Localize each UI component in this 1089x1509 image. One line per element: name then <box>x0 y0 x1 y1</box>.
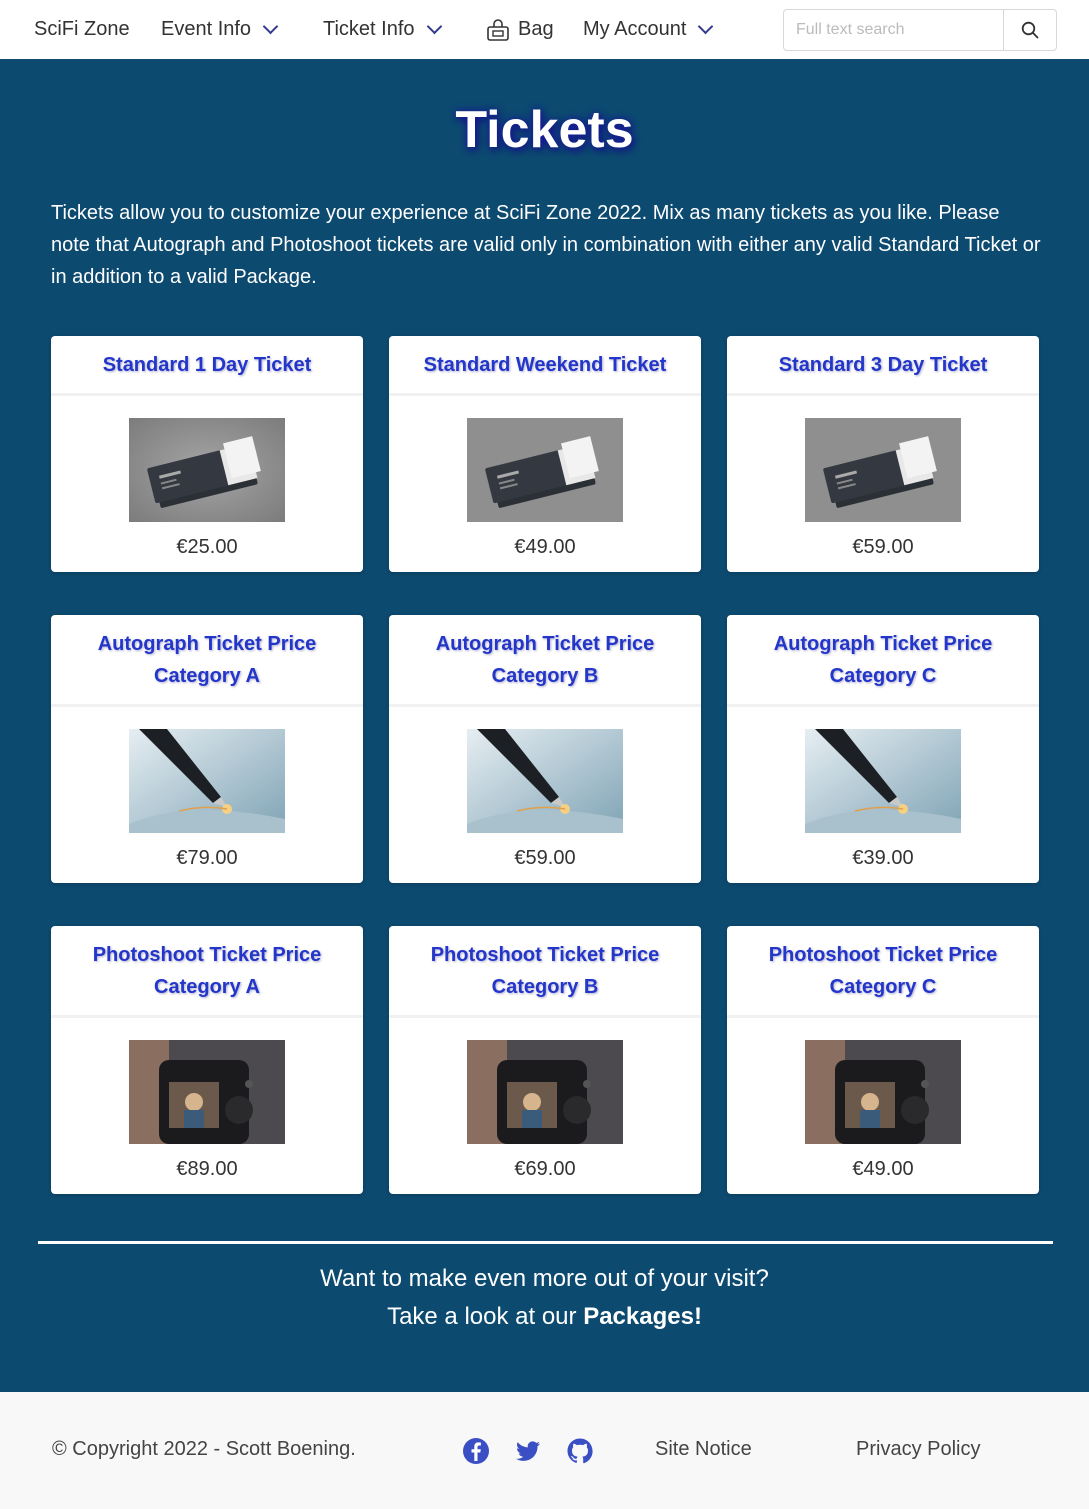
search-icon <box>1021 21 1039 39</box>
chevron-down-icon <box>262 18 279 35</box>
cta-prefix: Take a look at our <box>387 1303 584 1330</box>
ticket-price: €49.00 <box>852 1158 914 1180</box>
chevron-down-icon <box>698 18 714 35</box>
ticket-price: €79.00 <box>176 847 238 869</box>
facebook-icon[interactable] <box>462 1437 490 1465</box>
page-title: Tickets <box>455 101 634 159</box>
event-info-menu[interactable]: Event Info <box>161 0 279 59</box>
ticket-card[interactable]: Standard 3 Day Ticket €59.00 <box>727 336 1039 572</box>
ticket-price: €39.00 <box>852 847 914 869</box>
github-icon[interactable] <box>566 1437 594 1465</box>
ticket-title[interactable]: Standard Weekend Ticket <box>424 349 667 381</box>
pen-image <box>129 729 285 833</box>
camera-image <box>805 1040 961 1144</box>
ticket-price: €49.00 <box>514 536 576 558</box>
search-box <box>783 9 1057 51</box>
cta-line-1: Want to make even more out of your visit… <box>320 1265 769 1292</box>
ticket-title[interactable]: Autograph Ticket Price Category B <box>409 628 681 692</box>
cta-line-2: Take a look at our Packages! <box>0 1298 1089 1336</box>
search-input[interactable] <box>784 10 1003 50</box>
ticket-title[interactable]: Photoshoot Ticket Price Category A <box>71 939 343 1003</box>
bag-icon <box>487 18 509 41</box>
ticket-image <box>129 418 285 522</box>
ticket-card[interactable]: Photoshoot Ticket Price Category B €69.0… <box>389 926 701 1194</box>
site-notice-link[interactable]: Site Notice <box>655 1438 752 1461</box>
bag-label: Bag <box>518 18 554 40</box>
privacy-policy-link[interactable]: Privacy Policy <box>856 1438 980 1461</box>
camera-image <box>467 1040 623 1144</box>
camera-image <box>129 1040 285 1144</box>
my-account-menu[interactable]: My Account <box>583 0 714 59</box>
search-button[interactable] <box>1003 10 1056 50</box>
ticket-title[interactable]: Standard 1 Day Ticket <box>103 349 312 381</box>
section-divider <box>38 1241 1053 1244</box>
ticket-title[interactable]: Standard 3 Day Ticket <box>779 349 988 381</box>
bag-link[interactable]: Bag <box>486 0 554 59</box>
copyright-text: © Copyright 2022 - Scott Boening. <box>52 1438 356 1460</box>
ticket-title[interactable]: Autograph Ticket Price Category C <box>747 628 1019 692</box>
pen-image <box>805 729 961 833</box>
footer: © Copyright 2022 - Scott Boening. Site N… <box>0 1392 1089 1509</box>
ticket-image <box>467 418 623 522</box>
ticket-card[interactable]: Standard 1 Day Ticket €25.00 <box>51 336 363 572</box>
ticket-card[interactable]: Photoshoot Ticket Price Category C €49.0… <box>727 926 1039 1194</box>
ticket-info-label: Ticket Info <box>323 18 415 40</box>
ticket-price: €25.00 <box>176 536 238 558</box>
chevron-down-icon <box>426 18 442 35</box>
ticket-price: €59.00 <box>852 536 914 558</box>
ticket-image <box>805 418 961 522</box>
ticket-card[interactable]: Autograph Ticket Price Category A €79.00 <box>51 615 363 883</box>
ticket-title[interactable]: Photoshoot Ticket Price Category C <box>747 939 1019 1003</box>
packages-link[interactable]: Packages! <box>583 1303 702 1330</box>
twitter-icon[interactable] <box>514 1437 542 1465</box>
packages-cta: Want to make even more out of your visit… <box>0 1260 1089 1336</box>
intro-text: Tickets allow you to customize your expe… <box>51 202 1041 288</box>
event-info-label: Event Info <box>161 18 252 40</box>
top-navbar: SciFi Zone Event Info Ticket Info Bag My… <box>0 0 1089 59</box>
ticket-card[interactable]: Standard Weekend Ticket €49.00 <box>389 336 701 572</box>
brand-link[interactable]: SciFi Zone <box>34 0 130 59</box>
ticket-price: €59.00 <box>514 847 576 869</box>
ticket-title[interactable]: Autograph Ticket Price Category A <box>71 628 343 692</box>
ticket-card[interactable]: Autograph Ticket Price Category B €59.00 <box>389 615 701 883</box>
ticket-title[interactable]: Photoshoot Ticket Price Category B <box>409 939 681 1003</box>
ticket-price: €69.00 <box>514 1158 576 1180</box>
ticket-price: €89.00 <box>176 1158 238 1180</box>
ticket-info-menu[interactable]: Ticket Info <box>323 0 442 59</box>
pen-image <box>467 729 623 833</box>
ticket-card[interactable]: Autograph Ticket Price Category C €39.00 <box>727 615 1039 883</box>
my-account-label: My Account <box>583 18 687 40</box>
ticket-card[interactable]: Photoshoot Ticket Price Category A €89.0… <box>51 926 363 1194</box>
